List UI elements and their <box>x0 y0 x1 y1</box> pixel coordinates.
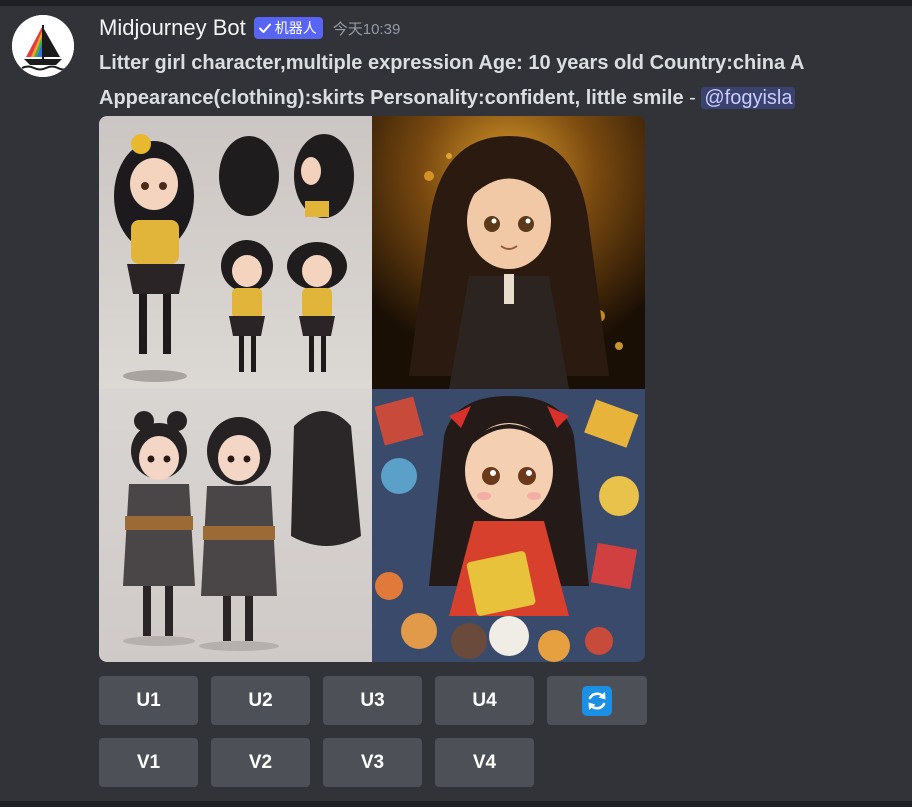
verified-check-icon <box>258 23 271 33</box>
upscale-4-button[interactable]: U4 <box>435 676 534 725</box>
upscale-button-row: U1 U2 U3 U4 <box>99 676 647 725</box>
reroll-button[interactable] <box>547 676 647 725</box>
author-name[interactable]: Midjourney Bot <box>99 15 246 41</box>
bot-avatar[interactable] <box>12 15 74 77</box>
discord-app: Midjourney Bot 机器人 今天10:39 Litter girl c… <box>0 0 912 807</box>
message-timestamp: 今天10:39 <box>332 20 401 38</box>
generated-image-3[interactable] <box>99 389 372 662</box>
prompt-line-2: Appearance(clothing):skirts Personality:… <box>99 81 912 116</box>
bot-tag-label: 机器人 <box>274 20 317 36</box>
variation-1-button[interactable]: V1 <box>99 738 198 787</box>
refresh-icon <box>582 685 612 716</box>
prompt-line-1: Litter girl character,multiple expressio… <box>99 52 805 74</box>
message-header: Midjourney Bot 机器人 今天10:39 <box>99 14 400 42</box>
variation-button-row: V1 V2 V3 V4 <box>99 738 534 787</box>
generated-image-4[interactable] <box>372 389 645 662</box>
generated-image-1[interactable] <box>99 116 372 389</box>
variation-2-button[interactable]: V2 <box>211 738 310 787</box>
variation-4-button[interactable]: V4 <box>435 738 534 787</box>
upscale-1-button[interactable]: U1 <box>99 676 198 725</box>
image-grid[interactable] <box>99 116 645 662</box>
sailboat-icon <box>12 15 74 77</box>
bot-tag: 机器人 <box>253 17 323 39</box>
prompt-line-2-text: Appearance(clothing):skirts Personality:… <box>99 87 684 109</box>
prompt-separator: - <box>683 87 702 109</box>
bot-message: Midjourney Bot 机器人 今天10:39 Litter girl c… <box>0 6 912 801</box>
upscale-2-button[interactable]: U2 <box>211 676 310 725</box>
prompt-text: Litter girl character,multiple expressio… <box>99 46 912 116</box>
upscale-3-button[interactable]: U3 <box>323 676 422 725</box>
generated-image-2[interactable] <box>372 116 645 389</box>
user-mention[interactable]: @fogyisla <box>701 87 796 109</box>
variation-3-button[interactable]: V3 <box>323 738 422 787</box>
